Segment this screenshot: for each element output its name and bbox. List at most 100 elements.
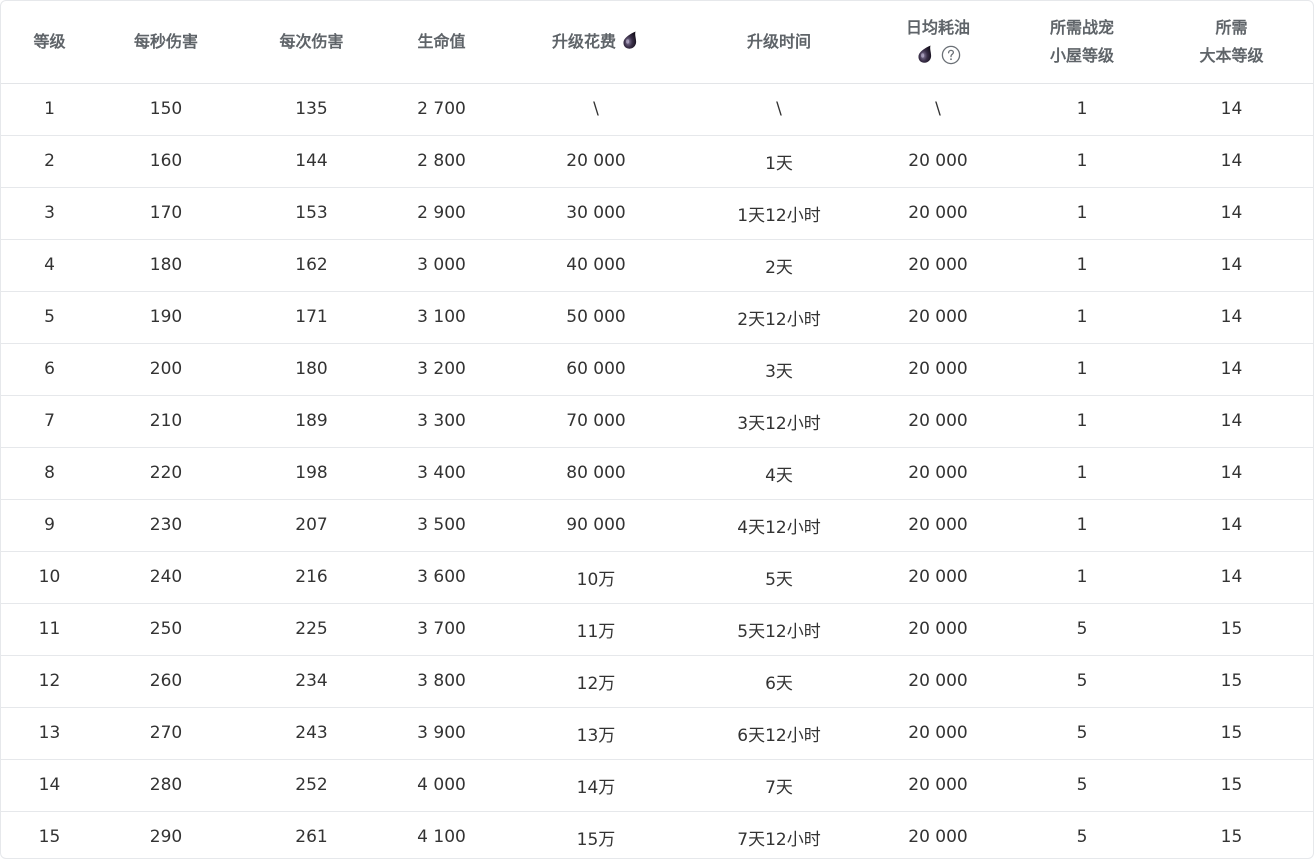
cell-hp: 4 000 xyxy=(389,759,494,812)
cell-hp: 3 500 xyxy=(389,499,494,552)
cell-town-hall-level: 14 xyxy=(1148,239,1313,292)
question-circle-icon[interactable] xyxy=(941,45,961,65)
cell-upgrade-cost: 90 000 xyxy=(494,499,698,552)
cell-level: 15 xyxy=(38,827,61,848)
table-row: 4 180 162 3 000 40 000 2天 20 000 1 14 xyxy=(1,239,1313,292)
cell-dps: 200 xyxy=(98,343,234,396)
table-row: 3 170 153 2 900 30 000 1天12小时 20 000 1 14 xyxy=(1,187,1313,240)
cell-upgrade-time: 6天12小时 xyxy=(698,707,860,760)
header-pet-house-level: 所需战宠 小屋等级 xyxy=(1016,1,1148,84)
cell-damage-per-hit: 144 xyxy=(234,135,389,188)
table-row: 13 270 243 3 900 13万 6天12小时 20 000 5 15 xyxy=(1,707,1313,760)
cell-daily-oil: 20 000 xyxy=(860,499,1016,552)
cell-pet-house-level: 5 xyxy=(1016,759,1148,812)
cell-upgrade-time: 3天12小时 xyxy=(698,395,860,448)
table-row: 2 160 144 2 800 20 000 1天 20 000 1 14 xyxy=(1,135,1313,188)
cell-damage-per-hit: 153 xyxy=(234,187,389,240)
cell-daily-oil: 20 000 xyxy=(860,395,1016,448)
cell-hp: 3 800 xyxy=(389,655,494,708)
cell-upgrade-time: 1天12小时 xyxy=(698,187,860,240)
cell-dps: 290 xyxy=(149,827,183,848)
cell-town-hall-level: 15 xyxy=(1148,707,1313,760)
cell-damage-per-hit: 171 xyxy=(234,291,389,344)
cell-daily-oil: 20 000 xyxy=(860,135,1016,188)
cell-town-hall-level: 15 xyxy=(1148,655,1313,708)
cell-upgrade-time: 4天 xyxy=(698,447,860,500)
cell-dps: 240 xyxy=(98,551,234,604)
cell-damage-per-hit: 198 xyxy=(234,447,389,500)
cell-damage-per-hit: 225 xyxy=(234,603,389,656)
table-row: 12 260 234 3 800 12万 6天 20 000 5 15 xyxy=(1,655,1313,708)
cell-town-hall-level: 14 xyxy=(1148,83,1313,136)
cell-town-hall-level: 14 xyxy=(1148,187,1313,240)
cell-damage-per-hit: 162 xyxy=(234,239,389,292)
cell-upgrade-time: 2天 xyxy=(698,239,860,292)
header-damage-per-hit: 每次伤害 xyxy=(234,1,389,84)
cell-hp: 2 800 xyxy=(389,135,494,188)
cell-town-hall-level: 15 xyxy=(1220,827,1243,848)
cell-upgrade-cost: 15万 xyxy=(576,829,616,850)
cell-dps: 180 xyxy=(98,239,234,292)
header-town-hall-line1: 所需 xyxy=(1215,17,1248,37)
cell-damage-per-hit: 189 xyxy=(234,395,389,448)
header-row: 等级 每秒伤害 每次伤害 生命值 升级花费 升级时间 日均耗油 所需战宠 小屋等… xyxy=(1,1,1313,84)
cell-level: 3 xyxy=(1,187,98,240)
cell-pet-house-level: 5 xyxy=(1016,603,1148,656)
cell-daily-oil: 20 000 xyxy=(860,447,1016,500)
cell-upgrade-time: 1天 xyxy=(698,135,860,188)
cell-upgrade-cost: 20 000 xyxy=(494,135,698,188)
header-town-hall-line2: 大本等级 xyxy=(1199,45,1264,65)
cell-level: 8 xyxy=(1,447,98,500)
cell-daily-oil: 20 000 xyxy=(860,707,1016,760)
cell-level: 12 xyxy=(1,655,98,708)
cell-damage-per-hit: 135 xyxy=(234,83,389,136)
cell-dps: 280 xyxy=(98,759,234,812)
header-town-hall-level: 所需 大本等级 xyxy=(1148,1,1313,84)
cell-hp: 2 700 xyxy=(389,83,494,136)
pet-level-table: 等级 每秒伤害 每次伤害 生命值 升级花费 升级时间 日均耗油 所需战宠 小屋等… xyxy=(1,1,1313,858)
cell-pet-house-level: 1 xyxy=(1016,291,1148,344)
cell-daily-oil: 20 000 xyxy=(908,827,968,848)
cell-upgrade-time: 7天 xyxy=(698,759,860,812)
cell-dps: 150 xyxy=(98,83,234,136)
cell-upgrade-time: 3天 xyxy=(698,343,860,396)
table-row: 15 290 261 4 100 15万 7天12小时 20 000 5 15 xyxy=(1,811,1313,858)
table-row: 11 250 225 3 700 11万 5天12小时 20 000 5 15 xyxy=(1,603,1313,656)
table-row: 9 230 207 3 500 90 000 4天12小时 20 000 1 14 xyxy=(1,499,1313,552)
cell-damage-per-hit: 216 xyxy=(234,551,389,604)
cell-pet-house-level: 1 xyxy=(1016,83,1148,136)
cell-hp: 3 400 xyxy=(389,447,494,500)
cell-hp: 3 000 xyxy=(389,239,494,292)
cell-town-hall-level: 14 xyxy=(1148,395,1313,448)
header-hp: 生命值 xyxy=(389,1,494,84)
cell-dps: 190 xyxy=(98,291,234,344)
cell-daily-oil: 20 000 xyxy=(860,603,1016,656)
header-daily-oil-icons xyxy=(860,42,1016,70)
cell-level: 7 xyxy=(1,395,98,448)
cell-dps: 160 xyxy=(98,135,234,188)
cell-upgrade-cost: 30 000 xyxy=(494,187,698,240)
cell-upgrade-time: 2天12小时 xyxy=(698,291,860,344)
cell-hp: 3 200 xyxy=(389,343,494,396)
cell-upgrade-time: 5天12小时 xyxy=(698,603,860,656)
cell-dps: 270 xyxy=(98,707,234,760)
cell-daily-oil: 20 000 xyxy=(860,239,1016,292)
cell-hp: 3 900 xyxy=(389,707,494,760)
cell-level: 14 xyxy=(1,759,98,812)
cell-town-hall-level: 14 xyxy=(1148,447,1313,500)
cell-upgrade-cost: 12万 xyxy=(494,655,698,708)
cell-level: 13 xyxy=(1,707,98,760)
header-daily-oil: 日均耗油 xyxy=(860,1,1016,84)
header-dps: 每秒伤害 xyxy=(98,1,234,84)
cell-upgrade-cost: 14万 xyxy=(494,759,698,812)
cell-pet-house-level: 5 xyxy=(1016,707,1148,760)
cell-upgrade-cost: 60 000 xyxy=(494,343,698,396)
cell-damage-per-hit: 261 xyxy=(295,827,328,848)
cell-pet-house-level: 1 xyxy=(1016,447,1148,500)
cell-pet-house-level: 1 xyxy=(1016,395,1148,448)
cell-dps: 260 xyxy=(98,655,234,708)
cell-dps: 250 xyxy=(98,603,234,656)
cell-upgrade-cost: 40 000 xyxy=(494,239,698,292)
cell-town-hall-level: 14 xyxy=(1148,551,1313,604)
header-level: 等级 xyxy=(1,1,98,84)
